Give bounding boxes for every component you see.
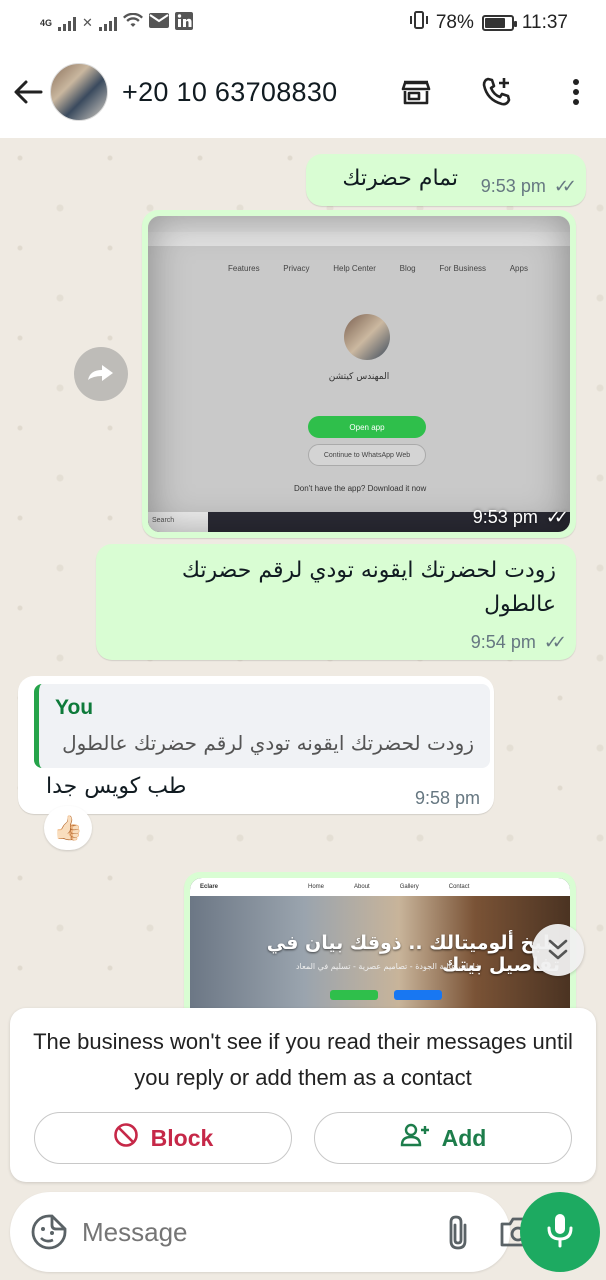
more-vert-icon[interactable] <box>546 62 606 122</box>
message-text: طب كويس جدا <box>46 774 187 799</box>
message-meta: 9:54 pm ✓✓ <box>470 632 567 653</box>
business-notice: The business won't see if you read their… <box>10 1008 596 1182</box>
website-image[interactable]: Eclare Home About Gallery Contact طبخ أل… <box>190 878 570 1008</box>
status-right: 78% 11:37 <box>409 10 568 36</box>
mic-icon <box>546 1212 574 1253</box>
block-label: Block <box>150 1124 214 1151</box>
avatar[interactable] <box>50 63 108 121</box>
forward-icon[interactable] <box>74 347 128 401</box>
status-left: 4G ✕ <box>40 11 193 35</box>
message-time: 9:58 pm <box>414 788 480 808</box>
quoted-message[interactable]: You زودت لحضرتك ايقونه تودي لرقم حضرتك ع… <box>34 684 490 768</box>
wifi-icon <box>122 12 143 34</box>
mic-button[interactable] <box>520 1192 600 1272</box>
store-icon[interactable] <box>386 62 446 122</box>
website-nav-item: Home <box>308 884 325 890</box>
message-outgoing[interactable]: تمام حضرتك 9:53 pm ✓✓ <box>306 154 586 206</box>
no-signal-icon: ✕ <box>82 15 93 30</box>
status-bar: 4G ✕ 78% 11:37 <box>0 0 606 46</box>
screenshot-image[interactable]: Features Privacy Help Center Blog For Bu… <box>148 216 570 532</box>
back-arrow-icon[interactable] <box>10 72 46 112</box>
chat-area[interactable]: تمام حضرتك 9:53 pm ✓✓ Features Privacy H… <box>0 138 606 1008</box>
block-icon <box>113 1122 139 1154</box>
reaction-badge[interactable]: 👍🏻 <box>44 806 92 850</box>
message-composer <box>10 1192 536 1272</box>
message-time: 9:53 pm <box>472 507 538 527</box>
image-meta: 9:53 pm ✓✓ <box>472 507 569 528</box>
message-meta: 9:53 pm ✓✓ <box>480 176 577 197</box>
scroll-down-button[interactable] <box>532 924 584 976</box>
business-notice-text: The business won't see if you read their… <box>33 1029 573 1090</box>
battery-fill <box>484 18 506 28</box>
signal-icon-2 <box>98 15 117 31</box>
battery-icon <box>481 15 517 31</box>
network-type: 4G <box>40 17 53 28</box>
add-contact-button[interactable]: Add <box>314 1112 572 1164</box>
clock: 11:37 <box>521 12 568 33</box>
sticker-emoji-icon[interactable] <box>30 1212 68 1252</box>
website-topbar: Eclare Home About Gallery Contact <box>190 878 570 896</box>
message-input[interactable] <box>82 1216 417 1248</box>
add-label: Add <box>441 1124 487 1151</box>
website-brand: Eclare <box>200 884 219 890</box>
signal-icon <box>58 15 77 31</box>
read-ticks-icon: ✓✓ <box>543 632 567 652</box>
message-text: تمام حضرتك <box>342 166 458 191</box>
message-incoming[interactable]: You زودت لحضرتك ايقونه تودي لرقم حضرتك ع… <box>18 676 494 814</box>
contact-name[interactable]: +20 10 63708830 <box>122 77 386 108</box>
block-button[interactable]: Block <box>34 1112 292 1164</box>
message-image-outgoing[interactable]: Features Privacy Help Center Blog For Bu… <box>142 210 576 538</box>
website-nav-item: Contact <box>448 884 470 890</box>
read-ticks-icon: ✓✓ <box>545 507 569 527</box>
quote-text: زودت لحضرتك ايقونه تودي لرقم حضرتك عالطو… <box>62 731 474 755</box>
battery-percent: 78% <box>435 12 474 33</box>
message-time: 9:53 pm <box>480 176 546 196</box>
message-image-outgoing[interactable]: Eclare Home About Gallery Contact طبخ أل… <box>184 872 576 1008</box>
quote-author: You <box>55 696 94 719</box>
image-vignette <box>148 216 570 532</box>
mail-icon <box>148 13 169 33</box>
attach-icon[interactable] <box>445 1209 471 1255</box>
linkedin-icon <box>174 11 193 35</box>
message-outgoing[interactable]: زودت لحضرتك ايقونه تودي لرقم حضرتك عالطو… <box>96 544 576 660</box>
add-person-icon <box>400 1123 430 1153</box>
add-call-icon[interactable] <box>466 62 526 122</box>
website-subline: خامات عالية الجودة - تصاميم عصرية - تسلي… <box>295 962 480 971</box>
message-text: زودت لحضرتك ايقونه تودي لرقم حضرتك عالطو… <box>181 558 556 617</box>
facebook-cta <box>394 990 442 1000</box>
website-nav-item: Gallery <box>399 884 419 890</box>
vibrate-icon <box>409 10 428 36</box>
read-ticks-icon: ✓✓ <box>553 176 577 196</box>
whatsapp-cta <box>330 990 378 1000</box>
message-meta: 9:58 pm <box>415 788 480 809</box>
chat-header: +20 10 63708830 <box>0 46 606 138</box>
message-time: 9:54 pm <box>470 632 536 652</box>
website-nav-item: About <box>354 884 370 890</box>
